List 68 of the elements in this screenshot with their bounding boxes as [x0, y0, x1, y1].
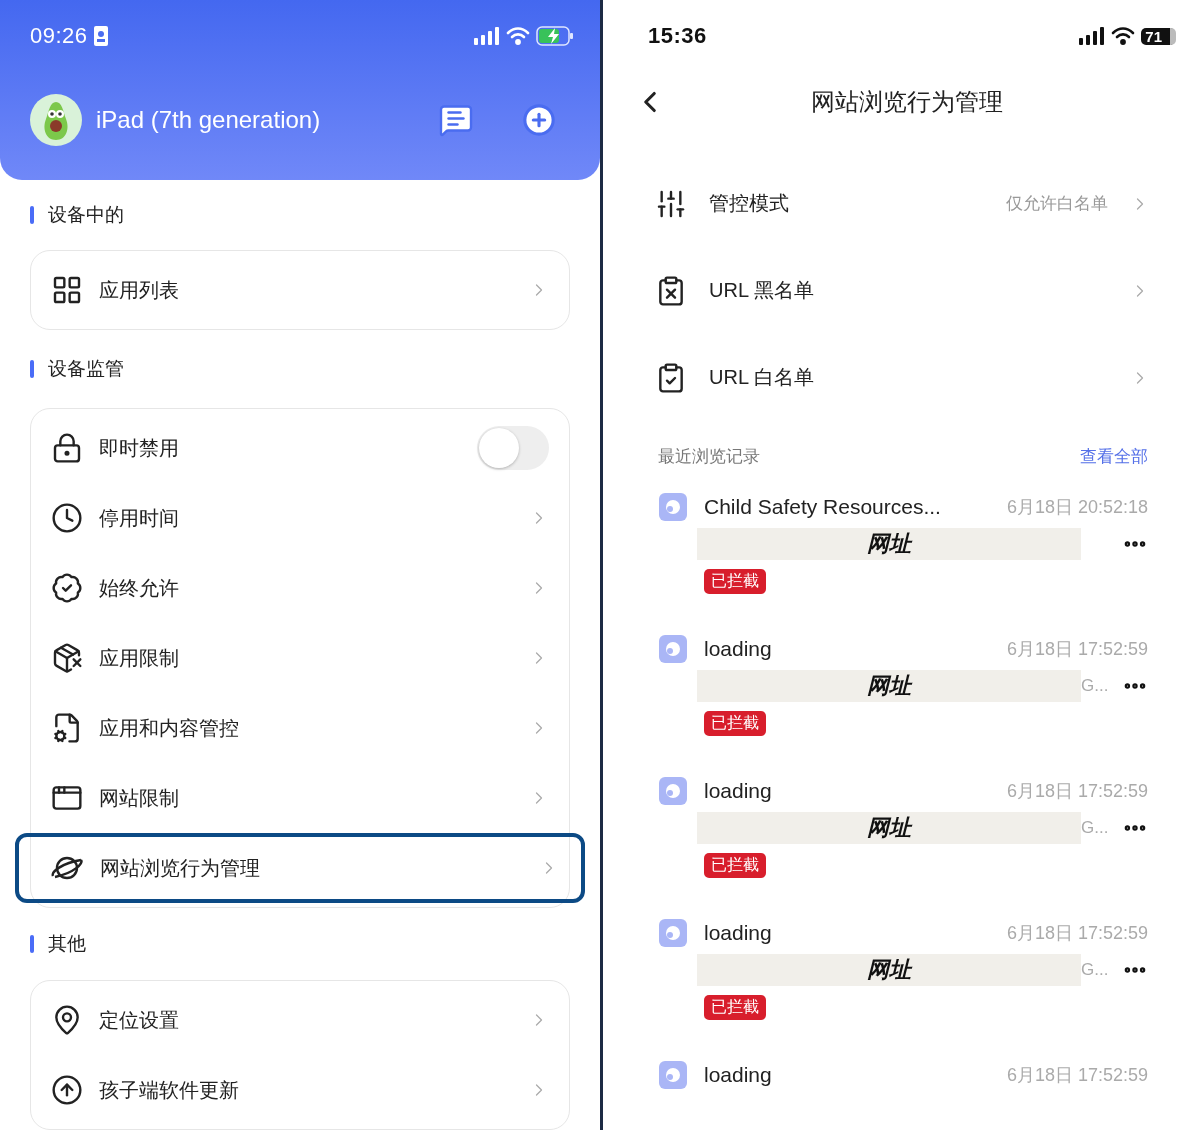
record-time: 6月18日 17:52:59 [1006, 1064, 1148, 1087]
battery-charging-icon [536, 26, 574, 46]
record-title: loading [704, 921, 772, 945]
record-time: 6月18日 20:52:18 [1006, 496, 1148, 519]
clock-icon [51, 502, 83, 534]
menu-item[interactable]: 应用列表 [31, 255, 569, 325]
record-title: loading [704, 637, 772, 661]
url-bar: 网址 [697, 954, 1081, 986]
site-icon [659, 777, 687, 805]
blocked-tag: 已拦截 [704, 569, 766, 594]
page-title: 网站浏览行为管理 [809, 87, 1004, 117]
wifi-icon [506, 27, 530, 45]
menu-item[interactable]: 停用时间 [31, 483, 569, 553]
record-title: Child Safety Resources... [704, 495, 941, 519]
url-bar: 网址 [697, 670, 1081, 702]
section-title: 设备中的 [48, 203, 124, 227]
section-title: 最近浏览记录 [658, 445, 760, 468]
avatar[interactable] [30, 94, 82, 146]
upload-icon [51, 1074, 83, 1106]
toggle-switch[interactable] [477, 426, 549, 470]
blocked-tag: 已拦截 [704, 995, 766, 1020]
box-icon [51, 642, 83, 674]
section-marker [30, 206, 34, 224]
menu-item[interactable]: 即时禁用 [31, 413, 569, 483]
add-icon[interactable] [522, 103, 556, 137]
menu-item[interactable]: 应用和内容管控 [31, 693, 569, 763]
id-card-icon [93, 26, 108, 46]
record-title: loading [704, 1063, 772, 1087]
wifi-icon [1111, 27, 1136, 45]
menu-item[interactable]: 网站限制 [31, 763, 569, 833]
lock-icon [51, 432, 83, 464]
menu-item[interactable]: 孩子端软件更新 [31, 1055, 569, 1125]
menu-item[interactable]: 定位设置 [31, 985, 569, 1055]
menu-item[interactable]: 网站浏览行为管理 [15, 833, 585, 903]
signal-icon [1079, 27, 1106, 45]
settings-row[interactable]: URL 白名单 [603, 334, 1200, 421]
site-icon [659, 1061, 687, 1089]
site-icon [659, 635, 687, 663]
record-time: 6月18日 17:52:59 [1006, 780, 1148, 803]
section-title: 其他 [48, 932, 86, 956]
grid-icon [51, 274, 83, 306]
device-name: iPad (7th generation) [96, 106, 322, 134]
settings-row[interactable]: 管控模式 仅允许白名单 [603, 160, 1200, 247]
section-marker [30, 935, 34, 953]
status-time: 09:26 [30, 23, 88, 49]
section-marker [30, 360, 34, 378]
site-icon [659, 919, 687, 947]
battery-level: 71 [1141, 27, 1176, 45]
site-icon [659, 493, 687, 521]
menu-item[interactable]: 始终允许 [31, 553, 569, 623]
menu-item[interactable]: 应用限制 [31, 623, 569, 693]
view-all-link[interactable]: 查看全部 [1080, 444, 1148, 468]
record-domain: G... [1081, 676, 1109, 695]
blocked-tag: 已拦截 [704, 711, 766, 736]
signal-icon [474, 27, 500, 45]
url-bar: 网址 [697, 812, 1081, 844]
settings-row[interactable]: URL 黑名单 [603, 247, 1200, 334]
blocked-tag: 已拦截 [704, 853, 766, 878]
record-domain: G... [1081, 960, 1109, 979]
badge-check-icon [51, 572, 83, 604]
url-bar: 网址 [697, 528, 1081, 560]
record-title: loading [704, 779, 772, 803]
status-time: 15:36 [648, 23, 707, 49]
message-icon[interactable] [438, 102, 474, 138]
section-title: 设备监管 [48, 357, 124, 381]
record-time: 6月18日 17:52:59 [1006, 638, 1148, 661]
record-time: 6月18日 17:52:59 [1006, 922, 1148, 945]
record-domain: G... [1081, 818, 1109, 837]
